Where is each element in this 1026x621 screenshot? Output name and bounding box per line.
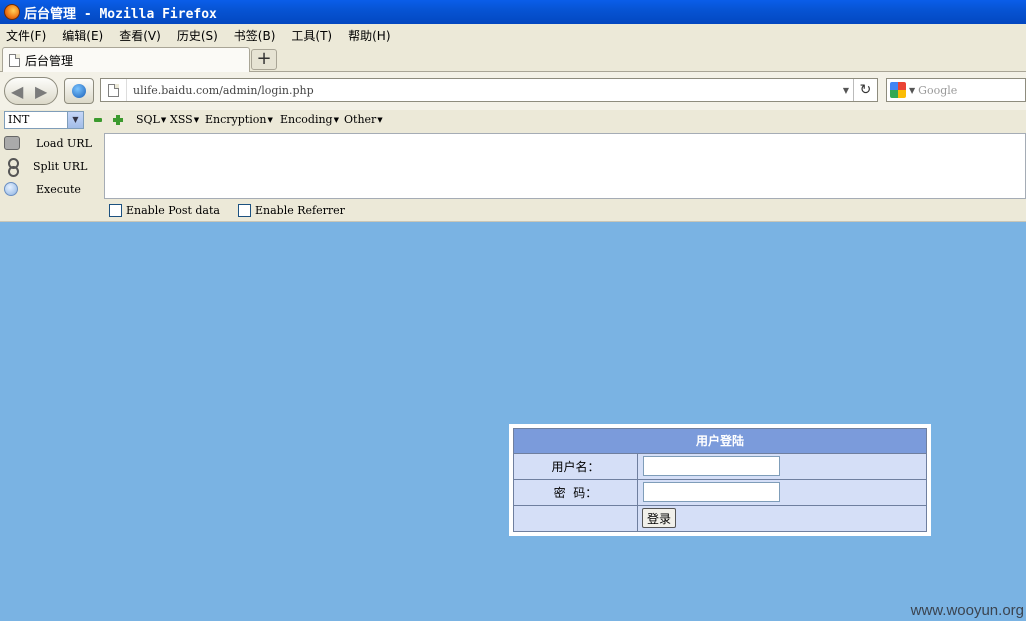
menu-encoding-label: Encoding (280, 113, 333, 126)
page-icon (9, 53, 20, 67)
scissors-icon (4, 158, 20, 177)
load-url-button[interactable]: Load URL (0, 132, 92, 154)
caret-icon: ▼ (160, 116, 167, 124)
tab-bar: 后台管理 + (0, 46, 1026, 72)
window-title: 后台管理 - Mozilla Firefox (24, 6, 217, 22)
menu-encryption-label: Encryption (205, 113, 267, 126)
url-text[interactable]: ulife.baidu.com/admin/login.php (127, 84, 839, 97)
password-label: 密 码： (513, 478, 638, 506)
execute-label: Execute (36, 182, 81, 196)
menu-encryption[interactable]: Encryption▼ (205, 113, 273, 126)
page-content: 用户登陆 用户名： 密 码： 登录 www.wooyun.org (0, 222, 1026, 621)
username-input[interactable] (643, 456, 780, 477)
menu-sql[interactable]: SQL▼ (136, 113, 166, 126)
window-titlebar: 后台管理 - Mozilla Firefox (0, 0, 1026, 24)
search-input[interactable] (918, 83, 1019, 97)
plus-icon[interactable] (113, 115, 123, 125)
menubar: 文件(F) 编辑(E) 查看(V) 历史(S) 书签(B) 工具(T) 帮助(H… (0, 24, 1026, 46)
menu-file[interactable]: 文件(F) (6, 27, 46, 44)
home-button[interactable] (64, 78, 94, 104)
enable-post-label: Enable Post data (126, 204, 220, 217)
forward-icon[interactable]: ▶ (35, 82, 47, 101)
hackbar-options: Enable Post data Enable Referrer (0, 200, 1026, 222)
firefox-icon (4, 4, 20, 20)
login-button[interactable]: 登录 (642, 508, 677, 529)
search-bar[interactable]: ▼ (886, 78, 1026, 102)
login-title: 用户登陆 (513, 428, 927, 454)
empty-cell (513, 504, 638, 533)
caret-icon: ▼ (333, 116, 339, 124)
back-icon[interactable]: ◀ (11, 82, 23, 101)
enable-referrer-label: Enable Referrer (255, 204, 345, 217)
menu-view[interactable]: 查看(V) (119, 27, 161, 44)
site-identity[interactable] (101, 79, 127, 101)
load-url-label: Load URL (36, 136, 92, 150)
username-cell (637, 452, 927, 480)
enable-post-checkbox[interactable]: Enable Post data (109, 204, 220, 217)
type-select-value: INT (8, 113, 30, 126)
menu-encoding[interactable]: Encoding▼ (280, 113, 339, 126)
load-icon (4, 136, 20, 150)
checkbox-box[interactable] (238, 204, 251, 217)
menu-xss-label: XSS (170, 113, 193, 126)
caret-icon: ▼ (267, 116, 273, 124)
minus-icon[interactable] (94, 118, 102, 122)
chevron-down-icon[interactable]: ▼ (909, 86, 915, 95)
google-icon[interactable] (890, 82, 906, 98)
tab-label: 后台管理 (25, 53, 74, 68)
back-forward-group: ◀ ▶ (4, 77, 58, 105)
menu-xss[interactable]: XSS▼ (170, 113, 199, 126)
url-bar[interactable]: ulife.baidu.com/admin/login.php ▼ ↻ (100, 78, 878, 102)
reload-icon[interactable]: ↻ (853, 79, 877, 101)
new-tab-button[interactable]: + (251, 49, 277, 70)
password-label-text: 密 码： (553, 485, 598, 500)
password-cell (637, 478, 927, 506)
hackbar-panel: Load URL Split URL Execute (0, 132, 1026, 200)
menu-history[interactable]: 历史(S) (177, 27, 218, 44)
menu-bookmarks[interactable]: 书签(B) (234, 27, 276, 44)
execute-button[interactable]: Execute (0, 178, 81, 200)
login-panel: 用户登陆 用户名： 密 码： 登录 (509, 424, 931, 536)
split-url-label: Split URL (33, 159, 88, 173)
checkbox-box[interactable] (109, 204, 122, 217)
split-url-button[interactable]: Split URL (0, 155, 87, 177)
menu-edit[interactable]: 编辑(E) (62, 27, 103, 44)
hackbar-toolbar: INT ▼ SQL▼ XSS▼ Encryption▼ Encoding▼ Ot… (0, 110, 1026, 132)
tab-admin[interactable]: 后台管理 (2, 47, 250, 72)
play-icon (4, 182, 18, 196)
hackbar-url-textarea[interactable] (104, 133, 1026, 199)
chevron-down-icon[interactable]: ▼ (67, 112, 83, 128)
watermark: www.wooyun.org (910, 602, 1024, 619)
submit-cell: 登录 (637, 504, 927, 533)
enable-referrer-checkbox[interactable]: Enable Referrer (238, 204, 345, 217)
menu-other-label: Other (344, 113, 377, 126)
menu-tools[interactable]: 工具(T) (291, 27, 332, 44)
type-select[interactable]: INT ▼ (4, 111, 84, 129)
chevron-down-icon[interactable]: ▼ (839, 86, 853, 95)
caret-icon: ▼ (193, 116, 200, 124)
username-label: 用户名： (513, 452, 638, 480)
menu-help[interactable]: 帮助(H) (348, 27, 390, 44)
caret-icon: ▼ (377, 116, 383, 124)
menu-sql-label: SQL (136, 113, 160, 126)
page-icon (108, 83, 119, 97)
password-input[interactable] (643, 482, 780, 503)
menu-other[interactable]: Other▼ (344, 113, 383, 126)
login-form: 用户登陆 用户名： 密 码： 登录 (513, 428, 927, 533)
navigation-bar: ◀ ▶ ulife.baidu.com/admin/login.php ▼ ↻ … (0, 72, 1026, 110)
